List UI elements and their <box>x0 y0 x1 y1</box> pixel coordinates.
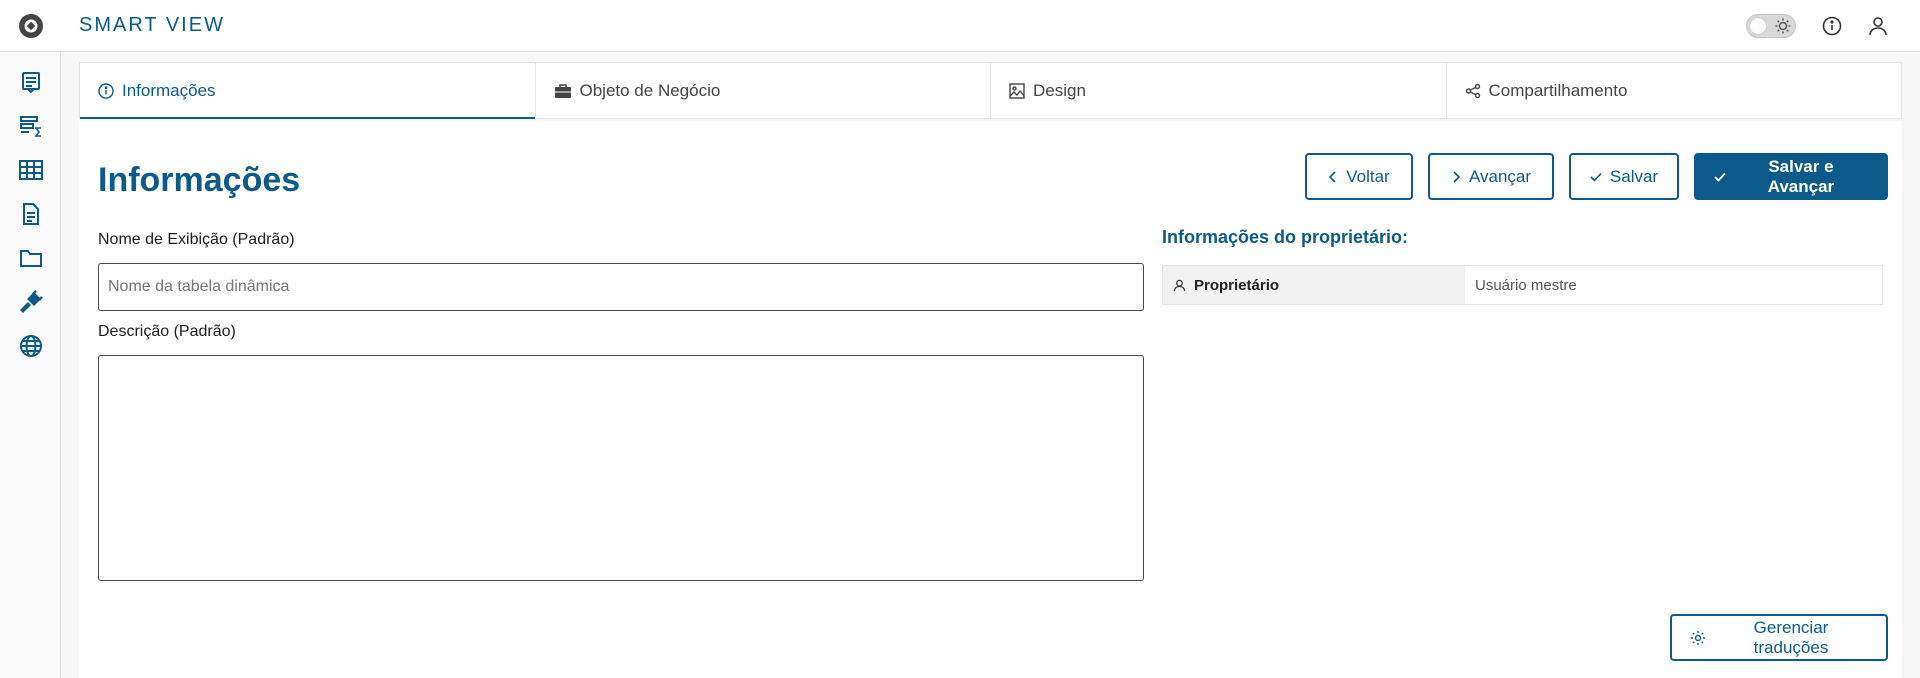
owner-key-label: Proprietário <box>1194 276 1280 294</box>
sidebar-item-plugin[interactable] <box>0 280 61 324</box>
owner-key-cell: Proprietário <box>1163 266 1465 304</box>
sidebar-item-report[interactable] <box>0 60 61 104</box>
user-icon <box>1173 279 1186 291</box>
plug-icon <box>19 290 43 313</box>
user-icon[interactable] <box>1868 16 1888 36</box>
next-button[interactable]: Avançar <box>1428 153 1554 200</box>
manage-translations-button[interactable]: Gerenciar traduções <box>1670 614 1888 661</box>
wizard-buttons: Voltar Avançar Salvar Salvar e Avançar <box>1305 153 1888 200</box>
sidebar-item-document[interactable] <box>0 192 61 236</box>
back-button-label: Voltar <box>1346 166 1390 186</box>
theme-toggle[interactable] <box>1746 13 1796 38</box>
page-title: Informações <box>98 161 301 199</box>
info-icon <box>98 82 114 99</box>
tab-compartilhamento[interactable]: Compartilhamento <box>1447 63 1902 118</box>
tab-label: Objeto de Negócio <box>579 80 721 100</box>
sidebar-item-table[interactable] <box>0 148 61 192</box>
toggle-knob <box>1750 17 1766 34</box>
tab-label: Compartilhamento <box>1488 80 1628 100</box>
back-button[interactable]: Voltar <box>1305 153 1413 200</box>
share-icon <box>1465 83 1480 98</box>
tab-label: Informações <box>122 80 216 100</box>
top-bar: SMART VIEW <box>61 0 1920 52</box>
save-and-next-button[interactable]: Salvar e Avançar <box>1694 153 1888 200</box>
next-button-label: Avançar <box>1468 166 1532 186</box>
description-textarea[interactable] <box>98 355 1144 581</box>
tab-informacoes[interactable]: Informações <box>80 63 536 119</box>
image-icon <box>1009 82 1025 99</box>
app-title: SMART VIEW <box>79 14 225 36</box>
save-button-label: Salvar <box>1609 166 1659 186</box>
check-icon <box>1714 172 1726 182</box>
sidebar-nav <box>0 60 61 368</box>
sidebar-item-globe[interactable] <box>0 324 61 368</box>
display-name-input[interactable] <box>98 263 1144 311</box>
document-icon <box>22 203 39 225</box>
side-rail <box>0 0 61 678</box>
briefcase-icon <box>554 83 571 98</box>
wizard-tabs: Informações Objeto de Negócio Design Com… <box>79 62 1902 119</box>
check-icon <box>1590 172 1602 182</box>
summary-icon <box>19 116 41 137</box>
manage-translations-label: Gerenciar traduções <box>1753 617 1829 657</box>
content-card: Informações Voltar Avançar Salvar Salvar… <box>79 121 1902 678</box>
save-and-next-button-label: Salvar e Avançar <box>1767 156 1835 196</box>
folder-icon <box>19 250 42 267</box>
owner-value: Usuário mestre <box>1475 276 1577 294</box>
app-logo[interactable] <box>0 0 61 52</box>
globe-icon <box>19 335 42 357</box>
chevron-right-icon <box>1453 170 1461 183</box>
description-label: Descrição (Padrão) <box>98 323 236 340</box>
topbar-actions <box>1746 13 1888 38</box>
sidebar-item-summary[interactable] <box>0 104 61 148</box>
display-name-label: Nome de Exibição (Padrão) <box>98 231 295 248</box>
tab-design[interactable]: Design <box>991 63 1447 118</box>
tab-objeto-de-negocio[interactable]: Objeto de Negócio <box>536 63 991 118</box>
report-icon <box>21 72 40 93</box>
sun-icon <box>1775 18 1791 33</box>
gear-icon <box>1691 630 1705 645</box>
owner-table: Proprietário Usuário mestre <box>1162 265 1883 305</box>
info-icon[interactable] <box>1822 16 1842 36</box>
logo-icon <box>18 13 43 38</box>
tab-label: Design <box>1033 80 1086 100</box>
save-button[interactable]: Salvar <box>1569 153 1679 200</box>
sidebar-item-folder[interactable] <box>0 236 61 280</box>
owner-section-title: Informações do proprietário: <box>1162 227 1409 247</box>
table-icon <box>18 160 43 180</box>
chevron-left-icon <box>1329 170 1336 183</box>
